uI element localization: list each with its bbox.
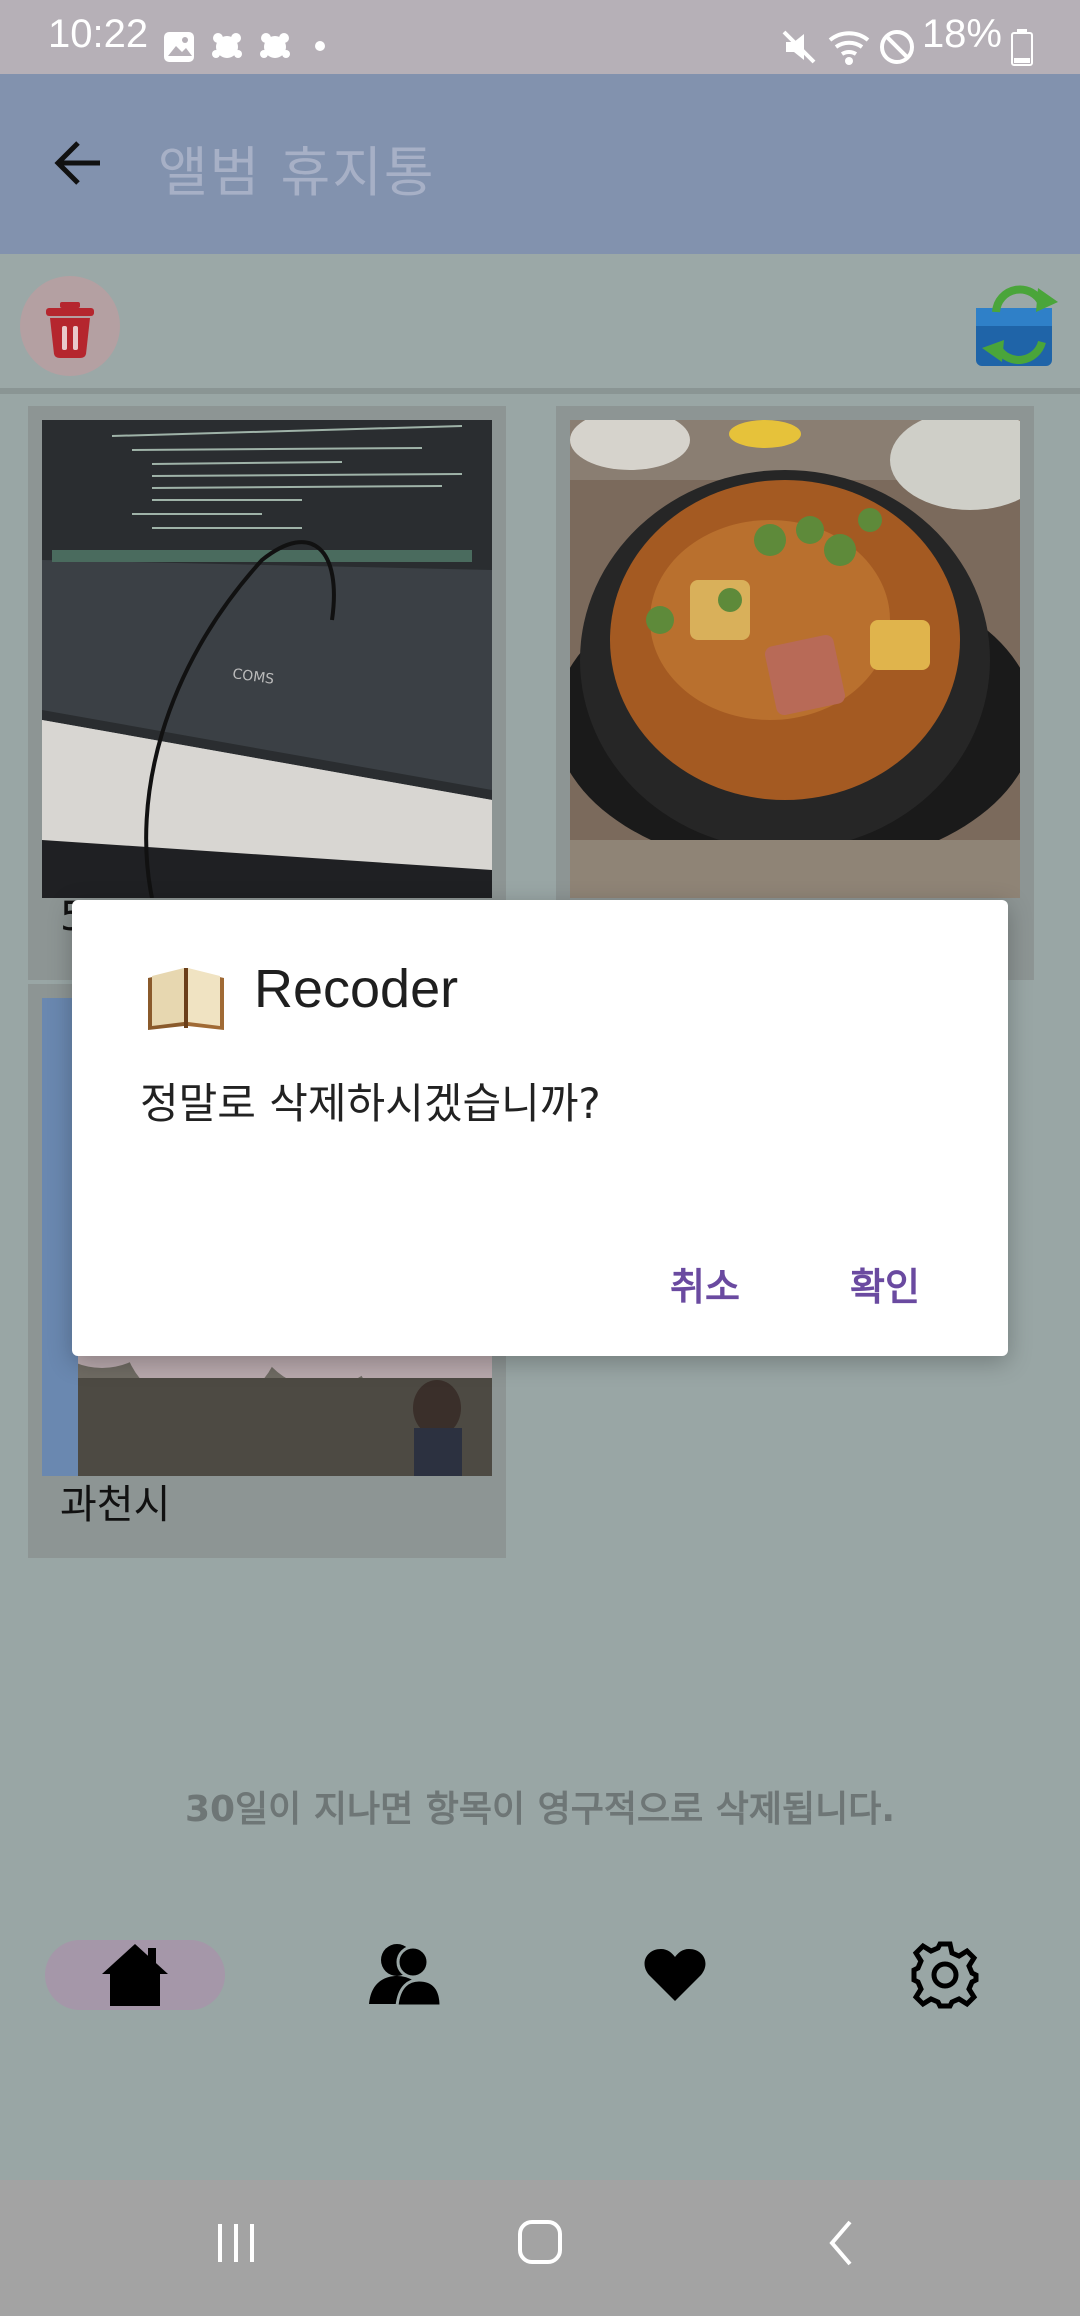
confirm-delete-dialog: Recoder 정말로 삭제하시겠습니까? 취소 확인 xyxy=(72,900,1008,1356)
app-notification-icon xyxy=(212,33,242,58)
status-bar: 10:22 18% xyxy=(0,0,1080,74)
friends-icon xyxy=(369,1944,443,2008)
trash-toolbar xyxy=(0,254,1080,394)
heart-icon xyxy=(644,1949,706,2001)
app-notification-icon-2 xyxy=(260,33,290,58)
confirm-button[interactable]: 확인 xyxy=(842,1252,928,1315)
nav-item-friends[interactable] xyxy=(315,1940,495,2010)
settings-icon xyxy=(911,1941,979,2009)
battery-icon xyxy=(1011,29,1033,66)
do-not-disturb-icon xyxy=(880,30,914,64)
page-title: 앨범 휴지통 xyxy=(158,141,436,204)
nav-item-settings[interactable] xyxy=(855,1940,1035,2010)
gallery-notification-icon xyxy=(164,32,194,62)
status-time: 10:22 xyxy=(48,12,149,56)
more-notifications-dot-icon xyxy=(315,41,325,51)
dialog-title: Recoder xyxy=(254,959,459,1019)
nav-item-favorites[interactable] xyxy=(585,1940,765,2010)
bottom-navigation xyxy=(0,1940,1080,2060)
trash-item-photo xyxy=(570,420,1020,898)
home-button-icon[interactable] xyxy=(516,2218,564,2266)
home-icon xyxy=(102,1944,168,2006)
trash-icon xyxy=(46,302,94,358)
system-back-icon[interactable] xyxy=(826,2218,856,2268)
trash-item-card[interactable] xyxy=(556,406,1034,980)
battery-percentage: 18% xyxy=(921,12,1002,56)
recent-apps-icon[interactable] xyxy=(214,2220,260,2266)
restore-all-button[interactable] xyxy=(972,282,1064,372)
restore-icon xyxy=(976,285,1058,366)
wifi-icon xyxy=(828,31,870,65)
retention-notice: 30일이 지나면 항목이 영구적으로 삭제됩니다. xyxy=(184,1789,896,1830)
trash-item-card[interactable]: COMS 5 xyxy=(28,406,506,980)
mute-icon xyxy=(782,30,816,64)
delete-all-button[interactable] xyxy=(20,276,120,376)
trash-item-photo: COMS xyxy=(42,420,492,898)
back-arrow-icon[interactable] xyxy=(52,136,106,190)
book-icon xyxy=(148,968,224,1030)
cancel-button[interactable]: 취소 xyxy=(662,1252,748,1315)
app-bar: 앨범 휴지통 xyxy=(0,74,1080,254)
system-navigation-bar xyxy=(0,2180,1080,2316)
dialog-message: 정말로 삭제하시겠습니까? xyxy=(140,1079,601,1128)
trash-item-label: 과천시 xyxy=(60,1482,171,1528)
nav-item-home[interactable] xyxy=(45,1940,225,2010)
